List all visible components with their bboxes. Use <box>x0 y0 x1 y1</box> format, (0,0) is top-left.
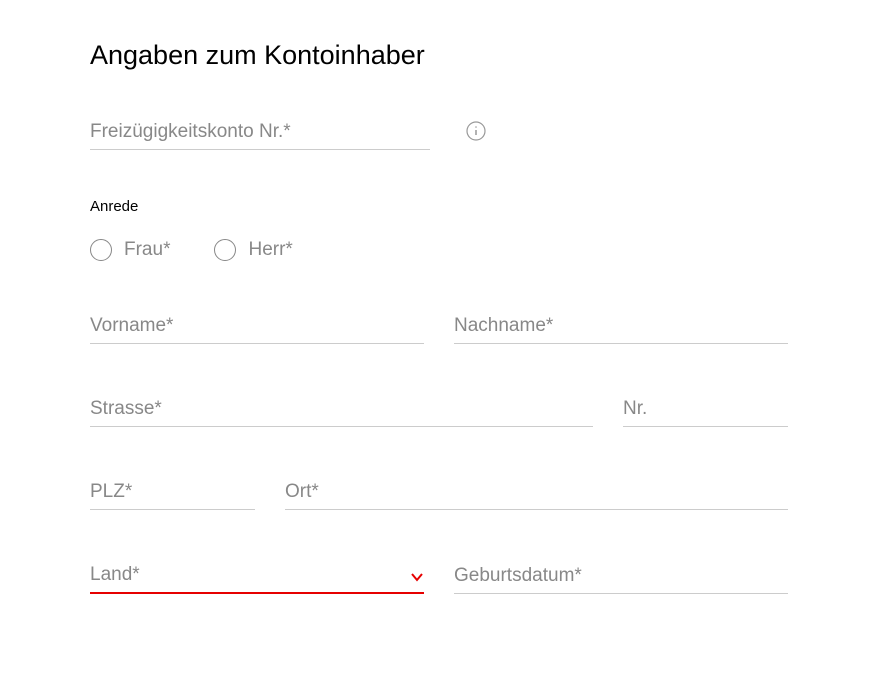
row-name <box>90 309 788 344</box>
strasse-field-wrapper <box>90 392 593 427</box>
anrede-radio-group: Frau* Herr* <box>90 239 788 261</box>
land-placeholder: Land* <box>90 564 140 586</box>
radio-option-herr[interactable]: Herr* <box>214 239 292 261</box>
row-account <box>90 115 788 150</box>
vorname-field-wrapper <box>90 309 424 344</box>
account-number-input[interactable] <box>90 115 430 150</box>
section-title: Angaben zum Kontoinhaber <box>90 40 788 71</box>
geburtsdatum-field-wrapper <box>454 559 788 594</box>
nr-input[interactable] <box>623 392 788 427</box>
plz-input[interactable] <box>90 475 255 510</box>
strasse-input[interactable] <box>90 392 593 427</box>
land-select[interactable]: Land* <box>90 558 424 594</box>
ort-field-wrapper <box>285 475 788 510</box>
vorname-input[interactable] <box>90 309 424 344</box>
radio-label-herr: Herr* <box>248 239 292 261</box>
radio-label-frau: Frau* <box>124 239 170 261</box>
nachname-field-wrapper <box>454 309 788 344</box>
ort-input[interactable] <box>285 475 788 510</box>
nr-field-wrapper <box>623 392 788 427</box>
geburtsdatum-input[interactable] <box>454 559 788 594</box>
row-land-dob: Land* <box>90 558 788 594</box>
row-address <box>90 392 788 427</box>
radio-circle-icon <box>90 239 112 261</box>
anrede-section: Anrede Frau* Herr* <box>90 198 788 261</box>
land-field-wrapper: Land* <box>90 558 424 594</box>
chevron-down-icon <box>410 568 424 582</box>
radio-circle-icon <box>214 239 236 261</box>
info-icon[interactable] <box>466 121 486 141</box>
radio-option-frau[interactable]: Frau* <box>90 239 170 261</box>
plz-field-wrapper <box>90 475 255 510</box>
nachname-input[interactable] <box>454 309 788 344</box>
row-city <box>90 475 788 510</box>
anrede-label: Anrede <box>90 198 788 215</box>
account-field-wrapper <box>90 115 430 150</box>
